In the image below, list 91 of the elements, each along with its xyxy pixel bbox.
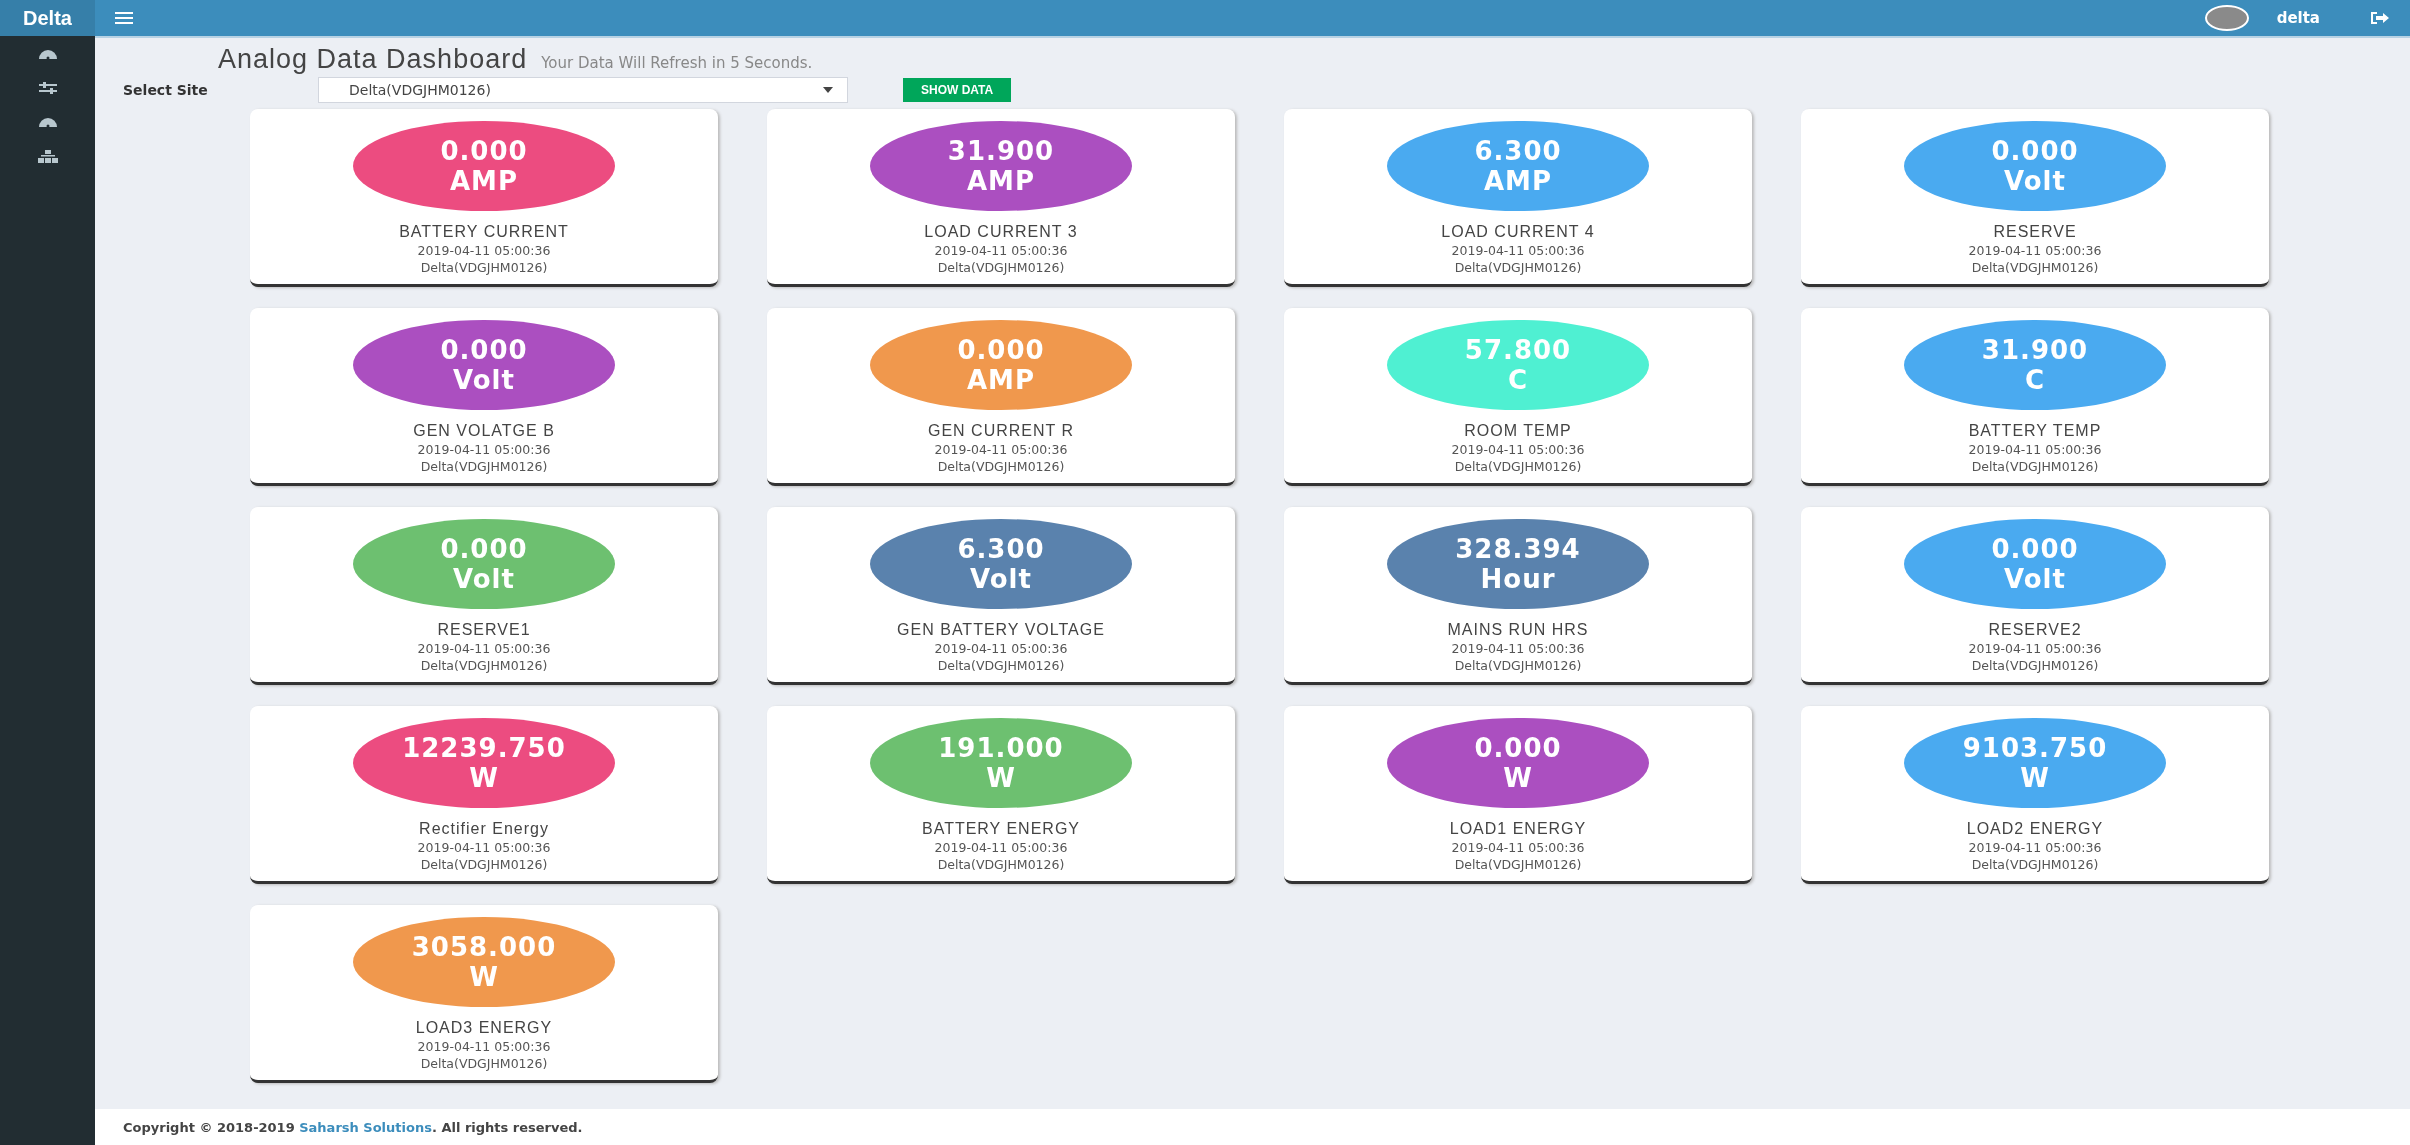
value-ellipse: 12239.750 W	[353, 718, 615, 808]
field-label: Select Site	[123, 82, 209, 98]
metric-name: RESERVE	[1993, 223, 2077, 241]
site-name: Delta(VDGJHM0126)	[1454, 460, 1582, 474]
value-ellipse: 0.000 AMP	[353, 121, 615, 211]
value-ellipse: 31.900 C	[1904, 320, 2166, 410]
metric-name: MAINS RUN HRS	[1447, 621, 1589, 639]
site-name: Delta(VDGJHM0126)	[420, 1057, 548, 1071]
metric-name: BATTERY TEMP	[1968, 422, 2102, 440]
page-title: Analog Data Dashboard	[218, 44, 528, 75]
metric-name: RESERVE2	[1988, 621, 2082, 639]
site-select[interactable]: Delta(VDGJHM0126)	[318, 77, 848, 103]
metric-name: LOAD1 ENERGY	[1449, 820, 1587, 838]
metric-name: BATTERY CURRENT	[399, 223, 569, 241]
metric-name: ROOM TEMP	[1464, 422, 1572, 440]
logout-button[interactable]	[2370, 12, 2390, 24]
timestamp: 2019-04-11 05:00:36	[934, 841, 1068, 855]
timestamp: 2019-04-11 05:00:36	[417, 841, 551, 855]
site-name: Delta(VDGJHM0126)	[1971, 261, 2099, 275]
timestamp: 2019-04-11 05:00:36	[417, 443, 551, 457]
sitemap-link[interactable]	[37, 150, 58, 163]
dashboard-icon	[37, 116, 58, 128]
value-ellipse: 9103.750 W	[1904, 718, 2166, 808]
sliders-icon	[38, 82, 57, 94]
metric-name: LOAD CURRENT 4	[1441, 223, 1595, 241]
dashboard-link[interactable]	[37, 116, 58, 128]
value-ellipse: 6.300 AMP	[1387, 121, 1649, 211]
site-name: Delta(VDGJHM0126)	[420, 659, 548, 673]
site-name: Delta(VDGJHM0126)	[937, 659, 1065, 673]
metric-name: LOAD3 ENERGY	[415, 1019, 553, 1037]
value-ellipse: 0.000 AMP	[870, 320, 1132, 410]
metric-name: GEN CURRENT R	[927, 422, 1074, 440]
site-name: Delta(VDGJHM0126)	[1454, 858, 1582, 872]
value-ellipse: 191.000 W	[870, 718, 1132, 808]
timestamp: 2019-04-11 05:00:36	[417, 1040, 551, 1054]
brand-logo[interactable]: Delta	[0, 0, 95, 36]
site-name: Delta(VDGJHM0126)	[420, 858, 548, 872]
metric-name: LOAD CURRENT 3	[924, 223, 1078, 241]
value-ellipse: 31.900 AMP	[870, 121, 1132, 211]
value-ellipse: 57.800 C	[1387, 320, 1649, 410]
site-name: Delta(VDGJHM0126)	[420, 261, 548, 275]
company-link[interactable]: Saharsh Solutions	[299, 1119, 432, 1135]
timestamp: 2019-04-11 05:00:36	[1968, 642, 2102, 656]
dashboard-icon	[37, 48, 58, 60]
value-ellipse: 0.000 Volt	[353, 320, 615, 410]
site-name: Delta(VDGJHM0126)	[937, 261, 1065, 275]
value-ellipse: 0.000 Volt	[1904, 519, 2166, 609]
site-name: Delta(VDGJHM0126)	[1454, 659, 1582, 673]
timestamp: 2019-04-11 05:00:36	[417, 244, 551, 258]
settings-link[interactable]	[38, 82, 57, 94]
user-name[interactable]: delta	[2276, 9, 2320, 27]
metric-name: RESERVE1	[437, 621, 531, 639]
caret-icon	[823, 87, 833, 93]
timestamp: 2019-04-11 05:00:36	[934, 244, 1068, 258]
show-data-button[interactable]: SHOW DATA	[903, 78, 1012, 102]
sitemap-icon	[37, 150, 58, 163]
dashboard-link[interactable]	[37, 48, 58, 60]
site-name: Delta(VDGJHM0126)	[937, 460, 1065, 474]
value-ellipse: 0.000 Volt	[1904, 121, 2166, 211]
site-name: Delta(VDGJHM0126)	[1454, 261, 1582, 275]
value-ellipse: 0.000 Volt	[353, 519, 615, 609]
timestamp: 2019-04-11 05:00:36	[1968, 244, 2102, 258]
timestamp: 2019-04-11 05:00:36	[1451, 244, 1585, 258]
value-ellipse: 6.300 Volt	[870, 519, 1132, 609]
metric-name: Rectifier Energy	[419, 820, 549, 838]
logout-icon	[2370, 12, 2390, 24]
timestamp: 2019-04-11 05:00:36	[1451, 443, 1585, 457]
site-name: Delta(VDGJHM0126)	[420, 460, 548, 474]
timestamp: 2019-04-11 05:00:36	[1968, 443, 2102, 457]
metric-name: GEN VOLATGE B	[413, 422, 555, 440]
menu-icon	[115, 12, 133, 24]
user-avatar[interactable]	[2204, 5, 2249, 31]
page-subtitle: Your Data Will Refresh in 5 Seconds.	[541, 54, 813, 72]
menu-button[interactable]	[115, 12, 133, 24]
timestamp: 2019-04-11 05:00:36	[934, 642, 1068, 656]
site-name: Delta(VDGJHM0126)	[1971, 659, 2099, 673]
timestamp: 2019-04-11 05:00:36	[1451, 642, 1585, 656]
site-name: Delta(VDGJHM0126)	[1971, 460, 2099, 474]
timestamp: 2019-04-11 05:00:36	[1451, 841, 1585, 855]
metric-name: BATTERY ENERGY	[921, 820, 1080, 838]
copyright-text: Copyright © 2018-2019 Saharsh Solutions. All rights reserved.	[123, 1119, 583, 1135]
site-name: Delta(VDGJHM0126)	[937, 858, 1065, 872]
site-name: Delta(VDGJHM0126)	[1971, 858, 2099, 872]
value-ellipse: 328.394 Hour	[1387, 519, 1649, 609]
metric-name: GEN BATTERY VOLTAGE	[897, 621, 1105, 639]
value-ellipse: 3058.000 W	[353, 917, 615, 1007]
metric-name: LOAD2 ENERGY	[1966, 820, 2104, 838]
timestamp: 2019-04-11 05:00:36	[1968, 841, 2102, 855]
value-ellipse: 0.000 W	[1387, 718, 1649, 808]
timestamp: 2019-04-11 05:00:36	[417, 642, 551, 656]
timestamp: 2019-04-11 05:00:36	[934, 443, 1068, 457]
